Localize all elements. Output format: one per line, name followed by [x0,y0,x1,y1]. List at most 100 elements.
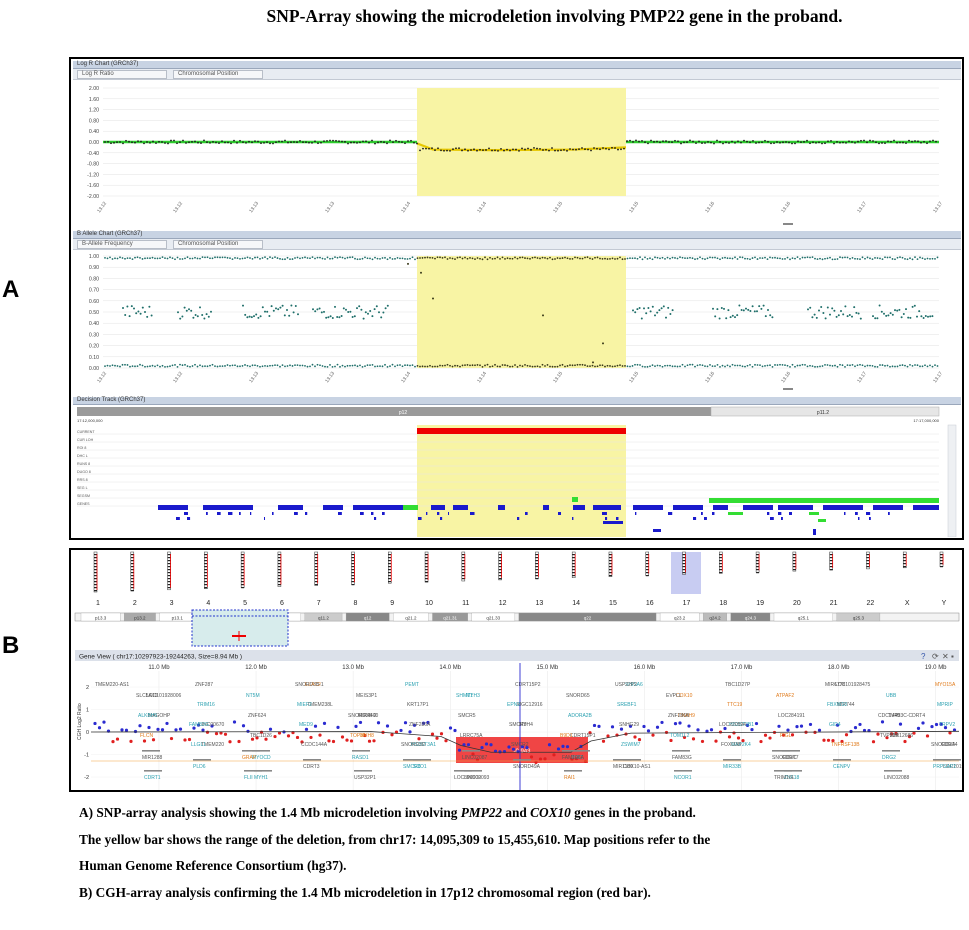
baf-point [349,310,352,313]
baf-point [624,258,626,260]
baf-point [839,256,841,259]
log-r-axis-select[interactable]: Chromosomal Position [173,70,263,79]
baf-point [236,257,239,260]
baf-point [362,317,365,320]
cgh-probe [268,727,273,731]
baf-point [629,257,631,260]
log-r-scroll-handle[interactable] [783,223,793,225]
log-r-point [845,141,847,144]
zoom-region[interactable] [191,609,289,647]
log-r-point [509,149,511,152]
baf-point [762,304,765,307]
chromosome-band [903,563,907,565]
baf-point [656,364,659,367]
chromosome-band [241,578,245,580]
baf-point [741,365,744,368]
gene-label: UBB [886,693,897,699]
baf-point [756,258,759,260]
log-r-point [356,142,358,144]
baf-point [746,257,749,260]
baf-axis-select[interactable]: Chromosomal Position [173,240,263,249]
baf-point [292,311,295,314]
baf-point [836,365,839,368]
help-icon[interactable]: ? [921,652,926,661]
cgh-probe [637,738,642,742]
baf-point [494,363,496,366]
baf-point [619,364,621,367]
gene-label: MYH1 [254,775,268,781]
cgh-probe [322,721,327,725]
baf-point [729,316,732,319]
baf-point [614,258,616,260]
log-r-point [125,139,127,142]
baf-point [194,314,197,317]
baf-point [776,364,779,366]
baf-point [829,313,831,316]
chromosome-band [94,584,97,586]
baf-point [484,364,486,367]
baf-metric-select[interactable]: B-Allele Frequency [77,240,167,249]
gene-label: CDC144B [878,713,901,719]
log-r-point [767,140,769,143]
baf-point [426,256,429,259]
log-r-y-tick: 0.00 [89,140,99,146]
chromosome-band [645,554,649,556]
baf-scroll-handle[interactable] [783,388,793,390]
chromosome-band [535,575,539,577]
decision-scrollbar[interactable] [947,424,957,537]
log-r-controls: Log R Ratio Chromosomal Position [73,69,961,80]
cgh-probe [318,733,322,737]
baf-point [894,258,896,261]
chromosome-band [829,554,833,556]
log-r-metric-select[interactable]: Log R Ratio [77,70,167,79]
settings-icon[interactable]: ▪ [951,652,954,661]
baf-point [927,315,929,318]
log-r-point [608,148,610,151]
chr17-selection[interactable] [671,552,701,594]
baf-point [731,257,734,260]
baf-point [336,315,339,318]
baf-point [716,363,719,366]
baf-point [913,304,916,307]
cgh-probe [178,727,183,731]
baf-point [924,364,926,367]
baf-point [844,256,846,259]
baf-point [177,311,179,314]
refresh-icon[interactable]: ⟳ [932,652,939,661]
baf-point [674,257,676,259]
chromosome-band [167,554,171,556]
baf-point [766,258,769,260]
cgh-probe [669,738,673,743]
gene-label: KRT17P1 [407,702,429,708]
log-r-point [899,141,901,144]
baf-point [922,316,925,319]
baf-point [887,314,890,317]
gene-block [778,505,813,510]
log-r-point [893,139,895,142]
cgh-probe [133,729,138,734]
baf-point [774,256,776,259]
log-r-point [221,140,223,143]
baf-point [918,310,921,313]
baf-point [404,364,406,367]
gene-label: CCDC144A [301,742,328,748]
baf-point [321,257,324,260]
baf-point [796,364,799,367]
cgh-probe [115,737,120,741]
baf-point [326,365,329,368]
log-r-point [458,147,460,150]
baf-point [579,363,581,366]
gene-block [323,505,343,510]
close-icon[interactable]: ✕ [942,652,949,661]
baf-point [786,256,789,259]
gene-glyph [882,750,900,752]
chromosome-band [204,575,208,577]
baf-point [384,363,386,366]
chromosome-band [498,554,502,556]
chromosome-band [866,560,870,562]
chromosome-band [351,572,355,574]
cgh-probe [313,724,318,728]
cgh-probe [777,724,781,728]
baf-point [419,257,421,259]
baf-point [351,256,354,259]
